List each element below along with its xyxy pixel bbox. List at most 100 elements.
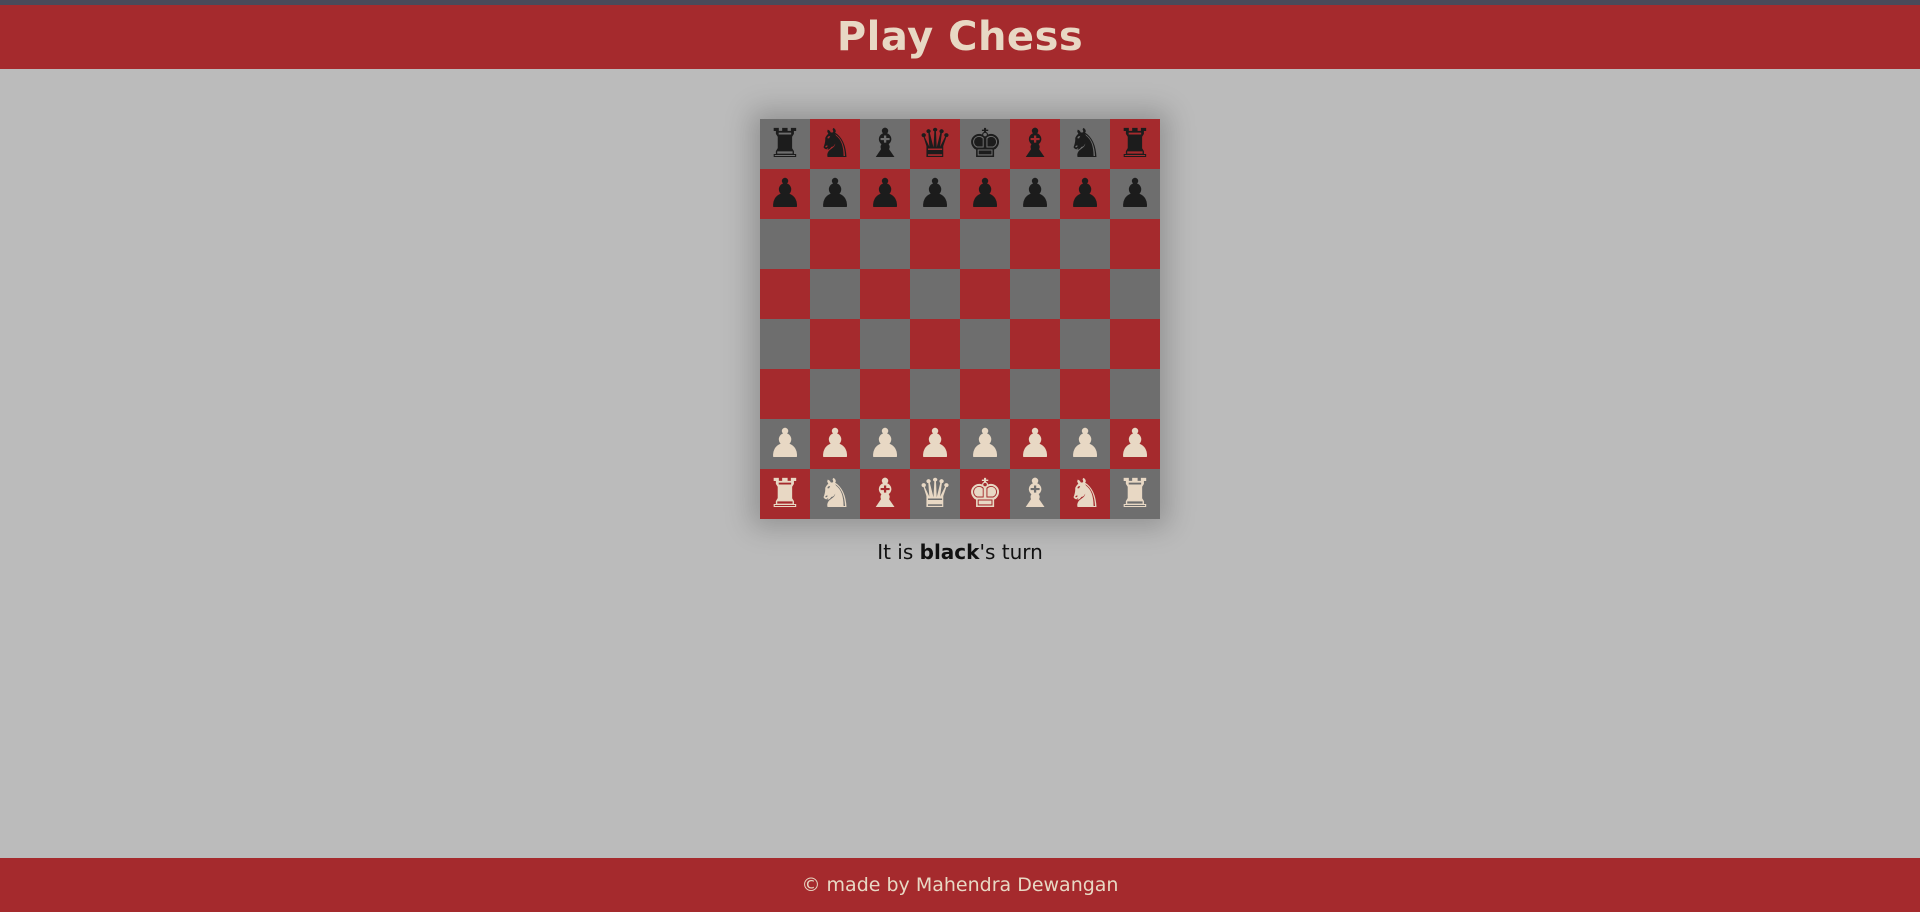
- white-pawn-icon[interactable]: ♟: [817, 424, 853, 464]
- board-square-h7[interactable]: ♟: [1110, 169, 1160, 219]
- white-queen-icon[interactable]: ♛: [917, 474, 953, 514]
- board-square-d6[interactable]: [910, 219, 960, 269]
- board-square-a4[interactable]: [760, 319, 810, 369]
- board-square-e1[interactable]: ♚: [960, 469, 1010, 519]
- board-square-g6[interactable]: [1060, 219, 1110, 269]
- board-square-a5[interactable]: [760, 269, 810, 319]
- board-square-f5[interactable]: [1010, 269, 1060, 319]
- black-queen-icon[interactable]: ♛: [917, 124, 953, 164]
- board-square-b4[interactable]: [810, 319, 860, 369]
- white-pawn-icon[interactable]: ♟: [967, 424, 1003, 464]
- black-pawn-icon[interactable]: ♟: [1067, 174, 1103, 214]
- white-pawn-icon[interactable]: ♟: [867, 424, 903, 464]
- board-square-e5[interactable]: [960, 269, 1010, 319]
- black-knight-icon[interactable]: ♞: [817, 124, 853, 164]
- black-pawn-icon[interactable]: ♟: [1017, 174, 1053, 214]
- board-square-f1[interactable]: ♝: [1010, 469, 1060, 519]
- board-square-g4[interactable]: [1060, 319, 1110, 369]
- board-square-e6[interactable]: [960, 219, 1010, 269]
- white-pawn-icon[interactable]: ♟: [1017, 424, 1053, 464]
- black-rook-icon[interactable]: ♜: [767, 124, 803, 164]
- board-square-d3[interactable]: [910, 369, 960, 419]
- board-square-d1[interactable]: ♛: [910, 469, 960, 519]
- white-knight-icon[interactable]: ♞: [1067, 474, 1103, 514]
- board-square-b7[interactable]: ♟: [810, 169, 860, 219]
- turn-status-player: black: [919, 540, 980, 564]
- board-square-d8[interactable]: ♛: [910, 119, 960, 169]
- board-square-g3[interactable]: [1060, 369, 1110, 419]
- footer-credit: © made by Mahendra Dewangan: [801, 874, 1119, 896]
- white-knight-icon[interactable]: ♞: [817, 474, 853, 514]
- black-pawn-icon[interactable]: ♟: [817, 174, 853, 214]
- board-square-d2[interactable]: ♟: [910, 419, 960, 469]
- board-square-e2[interactable]: ♟: [960, 419, 1010, 469]
- board-square-e4[interactable]: [960, 319, 1010, 369]
- white-bishop-icon[interactable]: ♝: [867, 474, 903, 514]
- board-square-g5[interactable]: [1060, 269, 1110, 319]
- board-square-g8[interactable]: ♞: [1060, 119, 1110, 169]
- black-rook-icon[interactable]: ♜: [1117, 124, 1153, 164]
- board-square-h4[interactable]: [1110, 319, 1160, 369]
- board-square-f4[interactable]: [1010, 319, 1060, 369]
- white-pawn-icon[interactable]: ♟: [1117, 424, 1153, 464]
- board-square-h5[interactable]: [1110, 269, 1160, 319]
- white-pawn-icon[interactable]: ♟: [917, 424, 953, 464]
- board-square-e8[interactable]: ♚: [960, 119, 1010, 169]
- black-king-icon[interactable]: ♚: [967, 124, 1003, 164]
- white-king-icon[interactable]: ♚: [967, 474, 1003, 514]
- board-square-d7[interactable]: ♟: [910, 169, 960, 219]
- board-square-g2[interactable]: ♟: [1060, 419, 1110, 469]
- board-square-g1[interactable]: ♞: [1060, 469, 1110, 519]
- board-square-b3[interactable]: [810, 369, 860, 419]
- black-pawn-icon[interactable]: ♟: [867, 174, 903, 214]
- board-square-a1[interactable]: ♜: [760, 469, 810, 519]
- white-rook-icon[interactable]: ♜: [1117, 474, 1153, 514]
- board-square-a2[interactable]: ♟: [760, 419, 810, 469]
- board-square-h2[interactable]: ♟: [1110, 419, 1160, 469]
- board-square-f6[interactable]: [1010, 219, 1060, 269]
- board-square-a3[interactable]: [760, 369, 810, 419]
- chess-board[interactable]: ♜ ♞ ♝ ♛ ♚ ♝ ♞ ♜ ♟ ♟ ♟ ♟ ♟ ♟ ♟ ♟ ♟ ♟ ♟ ♟ ♟ ♟ ♟ ♟ ♜ ♞ ♝ ♛ ♚ ♝ ♞ ♜: [760, 119, 1160, 519]
- board-square-f2[interactable]: ♟: [1010, 419, 1060, 469]
- board-square-f8[interactable]: ♝: [1010, 119, 1060, 169]
- board-square-c8[interactable]: ♝: [860, 119, 910, 169]
- black-bishop-icon[interactable]: ♝: [1017, 124, 1053, 164]
- black-pawn-icon[interactable]: ♟: [767, 174, 803, 214]
- black-knight-icon[interactable]: ♞: [1067, 124, 1103, 164]
- chess-board-container: ♜ ♞ ♝ ♛ ♚ ♝ ♞ ♜ ♟ ♟ ♟ ♟ ♟ ♟ ♟ ♟ ♟ ♟ ♟ ♟ ♟ ♟ ♟ ♟ ♜ ♞ ♝ ♛ ♚ ♝ ♞ ♜: [760, 119, 1160, 519]
- board-square-h1[interactable]: ♜: [1110, 469, 1160, 519]
- board-square-f3[interactable]: [1010, 369, 1060, 419]
- board-square-a8[interactable]: ♜: [760, 119, 810, 169]
- board-square-f7[interactable]: ♟: [1010, 169, 1060, 219]
- board-square-a7[interactable]: ♟: [760, 169, 810, 219]
- board-square-h8[interactable]: ♜: [1110, 119, 1160, 169]
- black-pawn-icon[interactable]: ♟: [917, 174, 953, 214]
- board-square-e3[interactable]: [960, 369, 1010, 419]
- white-pawn-icon[interactable]: ♟: [767, 424, 803, 464]
- board-square-b5[interactable]: [810, 269, 860, 319]
- board-square-e7[interactable]: ♟: [960, 169, 1010, 219]
- black-pawn-icon[interactable]: ♟: [967, 174, 1003, 214]
- board-square-b8[interactable]: ♞: [810, 119, 860, 169]
- board-square-h3[interactable]: [1110, 369, 1160, 419]
- board-square-b2[interactable]: ♟: [810, 419, 860, 469]
- board-square-b1[interactable]: ♞: [810, 469, 860, 519]
- white-rook-icon[interactable]: ♜: [767, 474, 803, 514]
- board-square-c4[interactable]: [860, 319, 910, 369]
- board-square-c1[interactable]: ♝: [860, 469, 910, 519]
- board-square-b6[interactable]: [810, 219, 860, 269]
- white-bishop-icon[interactable]: ♝: [1017, 474, 1053, 514]
- board-square-c3[interactable]: [860, 369, 910, 419]
- board-square-h6[interactable]: [1110, 219, 1160, 269]
- board-square-c5[interactable]: [860, 269, 910, 319]
- white-pawn-icon[interactable]: ♟: [1067, 424, 1103, 464]
- board-square-d4[interactable]: [910, 319, 960, 369]
- black-bishop-icon[interactable]: ♝: [867, 124, 903, 164]
- board-square-d5[interactable]: [910, 269, 960, 319]
- board-square-c6[interactable]: [860, 219, 910, 269]
- board-square-c7[interactable]: ♟: [860, 169, 910, 219]
- board-square-a6[interactable]: [760, 219, 810, 269]
- black-pawn-icon[interactable]: ♟: [1117, 174, 1153, 214]
- board-square-c2[interactable]: ♟: [860, 419, 910, 469]
- board-square-g7[interactable]: ♟: [1060, 169, 1110, 219]
